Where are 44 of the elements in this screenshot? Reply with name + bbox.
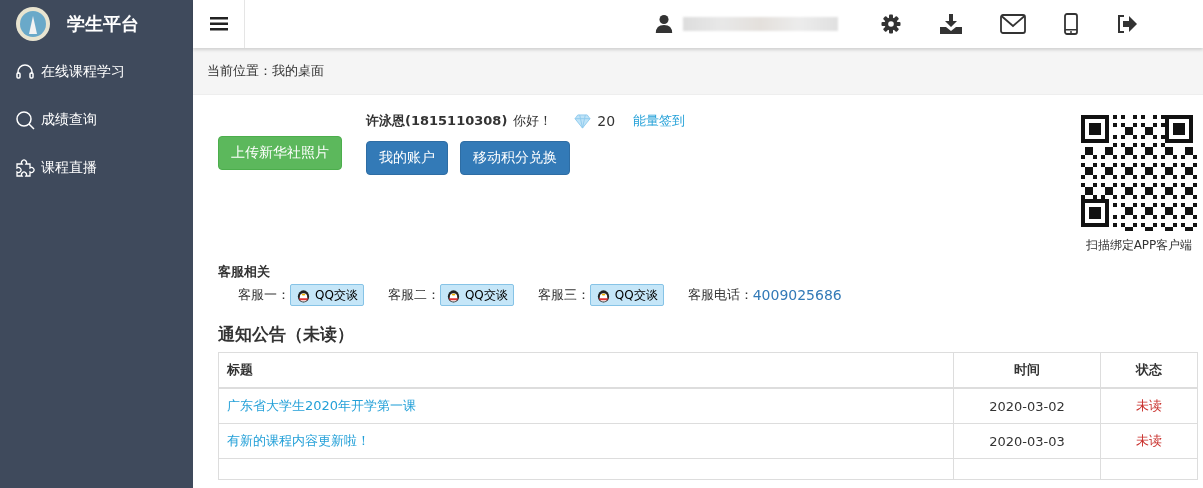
date-cell: 2020-03-02	[953, 388, 1101, 424]
agent-label: 客服一：	[238, 286, 290, 304]
exchange-button[interactable]: 移动积分兑换	[460, 141, 570, 175]
agent-label: 客服三：	[537, 286, 590, 304]
column-header: 标题	[218, 352, 954, 388]
breadcrumb: 当前位置：我的桌面	[207, 62, 324, 80]
penguin-icon	[445, 287, 461, 303]
greeting: 你好！	[513, 112, 553, 130]
platform-title: 学生平台	[67, 12, 139, 36]
agent-label: 客服二：	[387, 286, 440, 304]
points-count: 20	[597, 113, 616, 129]
logout-icon[interactable]	[1116, 14, 1138, 34]
diamond-icon	[574, 113, 592, 129]
qr-caption: 扫描绑定APP客户端	[1085, 237, 1193, 254]
headphones-icon	[15, 62, 35, 82]
sidebar-item[interactable]: 成绩查询	[0, 96, 193, 144]
penguin-icon	[296, 287, 311, 303]
sidebar-item[interactable]: 课程直播	[0, 144, 193, 192]
service-title: 客服相关	[218, 263, 271, 281]
mail-icon[interactable]	[1000, 14, 1026, 34]
qq-chat-button[interactable]: QQ交谈	[589, 284, 664, 306]
phone-icon[interactable]	[1064, 13, 1078, 35]
user-icon[interactable]	[653, 14, 675, 34]
status-cell: 未读	[1100, 388, 1198, 424]
sidebar-item[interactable]: 在线课程学习	[0, 48, 193, 96]
account-button[interactable]: 我的账户	[366, 141, 448, 175]
school-logo-icon	[15, 6, 51, 42]
qq-chat-button[interactable]: QQ交谈	[439, 284, 514, 306]
search-icon	[15, 110, 35, 130]
menu-icon	[209, 16, 228, 32]
puzzle-icon	[15, 158, 35, 178]
penguin-icon	[595, 287, 611, 303]
phone-number: 4009025686	[752, 287, 842, 303]
settings-icon[interactable]	[880, 14, 902, 34]
phone-label: 客服电话：	[687, 286, 753, 304]
qq-chat-button[interactable]: QQ交谈	[290, 284, 364, 306]
column-header: 状态	[1100, 352, 1198, 388]
user-name: 许泳恩(1815110308)	[366, 112, 508, 130]
menu-button[interactable]	[193, 0, 245, 48]
column-header: 时间	[953, 352, 1101, 388]
notices-title: 通知公告（未读）	[218, 323, 355, 346]
status-cell: 未读	[1100, 423, 1198, 459]
date-cell: 2020-03-03	[953, 423, 1101, 459]
download-icon[interactable]	[940, 14, 962, 34]
